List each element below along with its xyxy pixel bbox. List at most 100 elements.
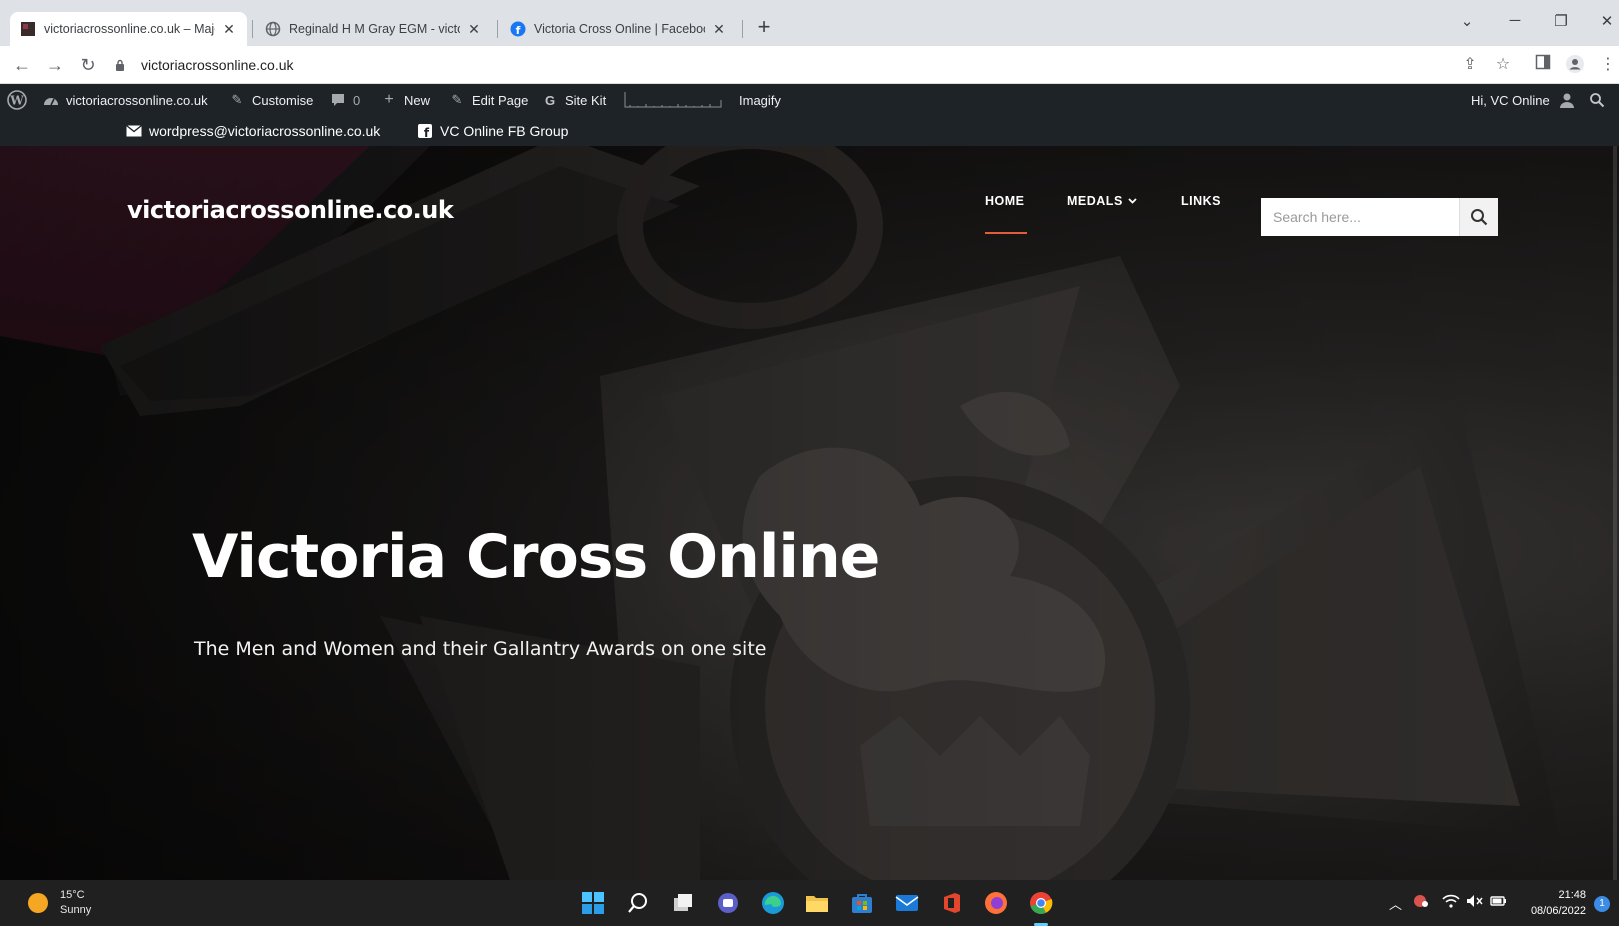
admin-imagify[interactable]: Imagify <box>739 84 781 116</box>
admin-imagify-label: Imagify <box>739 92 781 108</box>
bookmark-star-icon[interactable]: ☆ <box>1492 54 1514 76</box>
user-avatar-icon <box>1558 91 1576 109</box>
hero-title: Victoria Cross Online <box>192 522 880 592</box>
tab-title: victoriacrossonline.co.uk – Major <box>44 22 215 36</box>
browser-toolbar: ← → ↻ victoriacrossonline.co.uk ⇪ ☆ ⋮ <box>0 46 1619 84</box>
tab-close-icon[interactable]: ✕ <box>221 21 237 38</box>
stats-sparkline-icon <box>624 92 722 108</box>
chrome-icon[interactable] <box>1026 888 1056 918</box>
admin-customise-label: Customise <box>252 92 314 108</box>
store-icon[interactable] <box>847 888 877 918</box>
notification-badge[interactable]: 1 <box>1594 896 1610 912</box>
new-tab-plus-icon[interactable]: + <box>752 16 776 40</box>
site-search-input[interactable] <box>1261 198 1459 236</box>
envelope-icon <box>126 125 142 137</box>
admin-comments-count: 0 <box>353 92 361 108</box>
profile-avatar-icon[interactable] <box>1564 54 1586 76</box>
fb-group-link[interactable]: f VC Online FB Group <box>418 116 568 146</box>
address-bar[interactable]: victoriacrossonline.co.uk <box>115 50 1465 80</box>
admin-edit-page[interactable]: ✎ Edit Page <box>448 84 529 116</box>
system-clock[interactable]: 21:48 08/06/2022 <box>1518 887 1586 919</box>
tab-close-icon[interactable]: ✕ <box>711 21 727 38</box>
tab-separator <box>497 20 498 38</box>
menu-home-active-underline <box>985 232 1027 234</box>
tab-title: Reginald H M Gray EGM - victor <box>289 22 460 36</box>
google-g-icon: G <box>544 92 556 108</box>
tray-app-icon[interactable] <box>1413 894 1429 911</box>
windows-taskbar: 15°C Sunny ︿ 21:48 08/06/2022 1 <box>0 880 1619 926</box>
browser-window: victoriacrossonline.co.uk – Major ✕ Regi… <box>0 0 1619 926</box>
fb-group-label: VC Online FB Group <box>440 123 569 139</box>
admin-comments[interactable]: 0 <box>329 84 360 116</box>
site-search-form <box>1261 198 1498 236</box>
reload-icon[interactable]: ↻ <box>77 54 99 76</box>
site-title[interactable]: victoriacrossonline.co.uk <box>127 196 454 224</box>
site-top-bar: wordpress@victoriacrossonline.co.uk f VC… <box>0 116 1619 146</box>
svg-text:W: W <box>9 94 24 108</box>
admin-account[interactable]: Hi, VC Online <box>1471 84 1576 116</box>
menu-medals-label: MEDALS <box>1067 194 1123 208</box>
volume-muted-icon[interactable] <box>1466 894 1484 911</box>
admin-site-name[interactable]: victoriacrossonline.co.uk <box>42 84 208 116</box>
url-text: victoriacrossonline.co.uk <box>141 57 294 73</box>
pencil-icon: ✎ <box>451 92 463 107</box>
comment-bubble-icon <box>329 91 347 109</box>
tab-reginald-gray[interactable]: Reginald H M Gray EGM - victor ✕ <box>255 12 492 46</box>
wordpress-logo-icon[interactable]: W <box>7 84 27 116</box>
globe-icon <box>265 21 281 37</box>
battery-plug-icon[interactable] <box>1490 894 1508 911</box>
clock-date: 08/06/2022 <box>1530 905 1586 917</box>
tab-title: Victoria Cross Online | Facebook <box>534 22 705 36</box>
contact-email: wordpress@victoriacrossonline.co.uk <box>149 123 381 139</box>
task-view-icon[interactable] <box>668 888 698 918</box>
admin-customise[interactable]: ✎ Customise <box>228 84 314 116</box>
restore-icon[interactable]: ❐ <box>1546 12 1576 30</box>
minimize-icon[interactable]: ─ <box>1500 12 1530 29</box>
tab-facebook[interactable]: f Victoria Cross Online | Facebook ✕ <box>500 12 737 46</box>
chat-icon[interactable] <box>713 888 743 918</box>
edge-browser-icon[interactable] <box>758 888 788 918</box>
admin-new[interactable]: + New <box>380 84 430 116</box>
browser-menu-icon[interactable]: ⋮ <box>1597 54 1619 76</box>
forward-arrow-icon[interactable]: → <box>44 54 66 76</box>
plus-icon: + <box>384 91 394 108</box>
weather-temperature: 15°C <box>60 889 85 901</box>
page-scrollbar[interactable] <box>1613 146 1617 880</box>
contact-email-link[interactable]: wordpress@victoriacrossonline.co.uk <box>126 116 380 146</box>
close-window-icon[interactable]: ✕ <box>1592 12 1619 30</box>
site-search-button[interactable] <box>1459 198 1498 236</box>
paintbrush-icon: ✎ <box>231 92 243 107</box>
tray-overflow-chevron-icon[interactable]: ︿ <box>1389 894 1402 913</box>
wp-admin-bar: W victoriacrossonline.co.uk ✎ Customise … <box>0 84 1619 116</box>
tab-separator <box>252 20 253 38</box>
search-taskbar-icon[interactable] <box>623 888 653 918</box>
firefox-icon[interactable] <box>981 888 1011 918</box>
menu-home[interactable]: HOME <box>985 194 1025 208</box>
side-panel-icon[interactable] <box>1532 54 1554 76</box>
admin-edit-page-label: Edit Page <box>472 92 529 108</box>
search-icon <box>1471 209 1488 226</box>
hero-section: victoriacrossonline.co.uk HOME MEDALS LI… <box>0 146 1619 880</box>
menu-medals[interactable]: MEDALS <box>1067 194 1137 208</box>
victoria-cross-medal-image <box>0 146 1619 880</box>
clock-time: 21:48 <box>1558 889 1586 901</box>
tab-search-chevron-icon[interactable]: ⌄ <box>1452 12 1482 30</box>
mail-icon[interactable] <box>892 888 922 918</box>
wifi-icon[interactable] <box>1442 894 1460 911</box>
admin-search-icon[interactable] <box>1589 84 1605 116</box>
office-icon[interactable] <box>937 888 967 918</box>
tab-victoriacrossonline[interactable]: victoriacrossonline.co.uk – Major ✕ <box>10 12 247 46</box>
menu-links[interactable]: LINKS <box>1181 194 1221 208</box>
start-windows-icon[interactable] <box>578 888 608 918</box>
svg-text:f: f <box>424 126 430 138</box>
file-explorer-icon[interactable] <box>802 888 832 918</box>
chevron-down-icon <box>1128 198 1137 204</box>
admin-site-kit[interactable]: G Site Kit <box>541 84 606 116</box>
share-icon[interactable]: ⇪ <box>1459 54 1481 76</box>
lock-icon <box>115 59 129 71</box>
tab-strip: victoriacrossonline.co.uk – Major ✕ Regi… <box>0 0 1619 46</box>
tab-close-icon[interactable]: ✕ <box>466 21 482 38</box>
weather-widget[interactable]: 15°C Sunny <box>28 888 91 918</box>
admin-stats-sparkline[interactable] <box>624 84 722 116</box>
back-arrow-icon[interactable]: ← <box>11 54 33 76</box>
